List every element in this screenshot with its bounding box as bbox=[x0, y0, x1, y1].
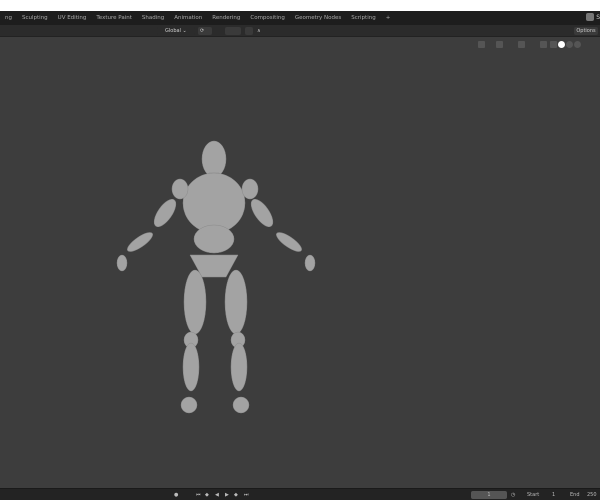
prev-keyframe-button[interactable]: ◆ bbox=[205, 491, 209, 499]
tab-geometry-nodes[interactable]: Geometry Nodes bbox=[290, 15, 346, 21]
viewport-header: Global ⌄ ⟳ ∧ Options bbox=[0, 25, 600, 37]
add-workspace-button[interactable]: + bbox=[381, 15, 396, 21]
tab-texture-paint[interactable]: Texture Paint bbox=[91, 15, 137, 21]
orientation-value: Global bbox=[165, 28, 181, 34]
tab-animation[interactable]: Animation bbox=[169, 15, 207, 21]
end-frame-field[interactable]: 250 bbox=[587, 491, 597, 499]
left-shoulder bbox=[171, 178, 189, 200]
left-forearm bbox=[127, 232, 153, 252]
current-frame-field[interactable]: 1 bbox=[471, 491, 507, 499]
right-foot bbox=[232, 396, 250, 414]
play-button[interactable]: ▶ bbox=[225, 491, 229, 499]
keyframe-record-button[interactable]: ● bbox=[174, 491, 178, 499]
right-thigh bbox=[224, 269, 248, 335]
pivot-point-dropdown[interactable]: ⟳ bbox=[198, 27, 212, 35]
snap-dropdown[interactable] bbox=[225, 27, 241, 35]
workspace-tabs: ng Sculpting UV Editing Texture Paint Sh… bbox=[0, 11, 600, 25]
mannequin-model[interactable] bbox=[0, 37, 600, 488]
right-shin bbox=[230, 342, 248, 392]
scene-selector[interactable]: S bbox=[586, 13, 600, 21]
jump-end-button[interactable]: ⏭ bbox=[244, 491, 249, 499]
tab-layout[interactable]: ng bbox=[0, 15, 17, 21]
clock-icon[interactable]: ◷ bbox=[511, 491, 515, 499]
right-hand bbox=[304, 254, 316, 272]
tab-uv-editing[interactable]: UV Editing bbox=[53, 15, 92, 21]
window-top-margin bbox=[0, 0, 600, 11]
abdomen bbox=[193, 224, 235, 254]
head bbox=[201, 140, 227, 178]
start-frame-field[interactable]: 1 bbox=[552, 491, 555, 499]
timeline-bar: ● ⏮ ◆ ◀ ▶ ◆ ⏭ 1 ◷ Start 1 End 250 bbox=[0, 488, 600, 500]
scene-name: S bbox=[596, 13, 600, 21]
chest bbox=[182, 172, 246, 234]
tab-scripting[interactable]: Scripting bbox=[346, 15, 380, 21]
tab-rendering[interactable]: Rendering bbox=[207, 15, 245, 21]
transform-orientation-dropdown[interactable]: Global ⌄ bbox=[157, 27, 195, 35]
proportional-edit-toggle[interactable] bbox=[245, 27, 253, 35]
scene-icon bbox=[586, 13, 595, 21]
end-label: End bbox=[570, 492, 580, 498]
3d-viewport[interactable] bbox=[0, 37, 600, 488]
left-foot bbox=[180, 396, 198, 414]
right-shoulder bbox=[241, 178, 259, 200]
play-reverse-button[interactable]: ◀ bbox=[215, 491, 219, 499]
tab-shading[interactable]: Shading bbox=[137, 15, 169, 21]
options-button[interactable]: Options bbox=[574, 27, 598, 35]
left-thigh bbox=[183, 269, 207, 335]
right-forearm bbox=[276, 232, 302, 252]
left-upper-arm bbox=[153, 199, 177, 227]
jump-start-button[interactable]: ⏮ bbox=[196, 491, 201, 499]
left-shin bbox=[182, 342, 200, 392]
start-label: Start bbox=[527, 492, 540, 498]
tab-compositing[interactable]: Compositing bbox=[245, 15, 289, 21]
falloff-icon[interactable]: ∧ bbox=[255, 27, 263, 35]
tab-sculpting[interactable]: Sculpting bbox=[17, 15, 53, 21]
right-upper-arm bbox=[250, 199, 274, 227]
next-keyframe-button[interactable]: ◆ bbox=[234, 491, 238, 499]
left-hand bbox=[116, 254, 128, 272]
